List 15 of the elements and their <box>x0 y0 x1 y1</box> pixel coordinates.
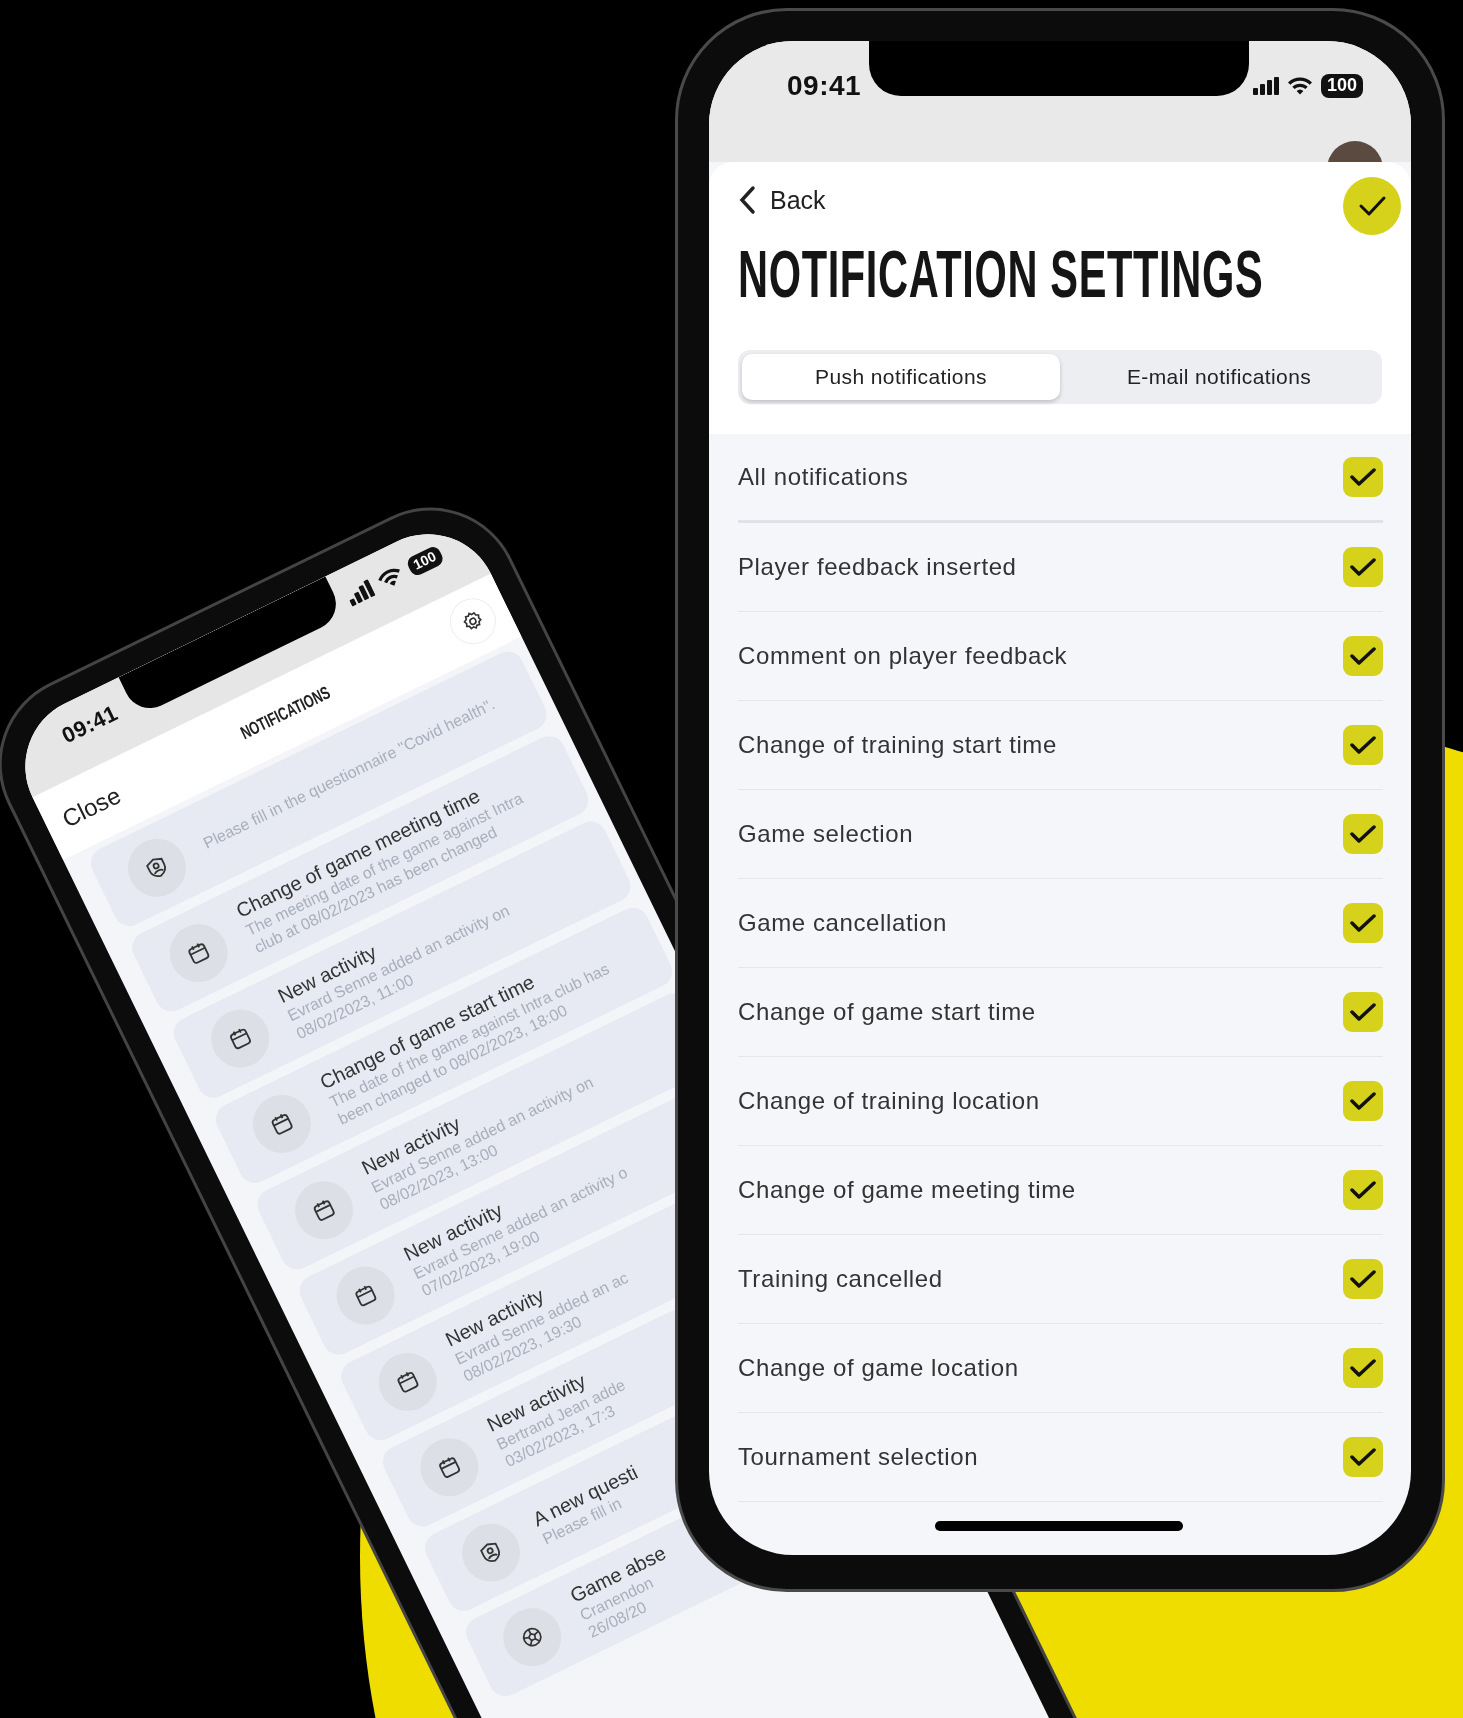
battery-indicator: 100 <box>1320 74 1363 98</box>
status-time: 09:41 <box>787 70 862 102</box>
setting-label: Training cancelled <box>738 1265 943 1293</box>
setting-label: Game selection <box>738 820 914 848</box>
setting-label: Change of game location <box>738 1354 1019 1382</box>
page-title: NOTIFICATION SETTINGS <box>738 236 1264 312</box>
status-time: 09:41 <box>57 700 122 750</box>
setting-label: All notifications <box>738 463 909 491</box>
setting-label: Comment on player feedback <box>738 642 1068 670</box>
setting-label: Change of training start time <box>738 731 1057 759</box>
setting-label: Change of game meeting time <box>738 1176 1076 1204</box>
setting-label: Change of game start time <box>738 998 1036 1026</box>
setting-label: Player feedback inserted <box>738 553 1017 581</box>
setting-label: Game cancellation <box>738 909 947 937</box>
setting-label: Change of training location <box>738 1087 1040 1115</box>
